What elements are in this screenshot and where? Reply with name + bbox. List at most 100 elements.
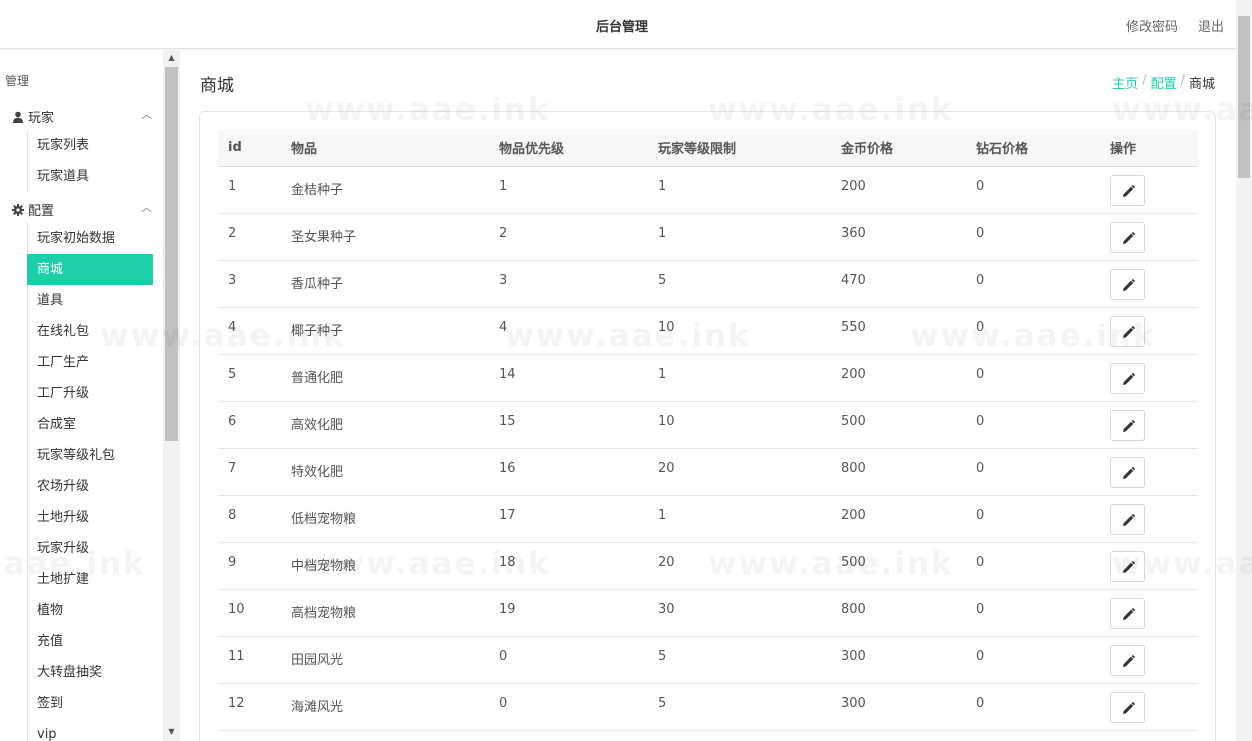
table-row: 3 香瓜种子 3 5 470 0 <box>218 260 1198 308</box>
edit-button[interactable] <box>1110 268 1145 300</box>
pencil-icon <box>1123 560 1135 573</box>
edit-button[interactable] <box>1110 315 1145 347</box>
sidebar-item-online-gift[interactable]: 在线礼包 <box>27 316 153 347</box>
sidebar-item-player-items[interactable]: 玩家道具 <box>27 161 153 192</box>
sidebar-item-factory-upgrade[interactable]: 工厂升级 <box>27 378 153 409</box>
sidebar-item-player-list[interactable]: 玩家列表 <box>27 130 153 161</box>
cell-gold-price: 800 <box>831 448 966 496</box>
edit-button[interactable] <box>1110 550 1145 582</box>
column-header-level-limit: 玩家等级限制 <box>648 130 831 167</box>
sidebar-item-farm-upgrade[interactable]: 农场升级 <box>27 471 153 502</box>
scroll-up-arrow-icon[interactable]: ▲ <box>165 52 178 64</box>
cell-diamond-price: 0 <box>966 307 1100 355</box>
pencil-icon <box>1123 184 1135 197</box>
pencil-icon <box>1123 419 1135 432</box>
cell-level-limit: 5 <box>648 260 831 308</box>
cell-id: 6 <box>218 401 281 449</box>
chevron-up-icon: ︿ <box>141 108 152 121</box>
sidebar-group-label: 配置 <box>28 204 55 219</box>
table-row: 5 普通化肥 14 1 200 0 <box>218 354 1198 402</box>
sidebar-group-config[interactable]: 配置 ︿ <box>12 200 157 219</box>
sidebar-item-lucky-wheel[interactable]: 大转盘抽奖 <box>27 657 153 688</box>
cell-gold-price: 200 <box>831 495 966 543</box>
cell-diamond-price: 0 <box>966 589 1100 637</box>
cell-item: 普通化肥 <box>281 354 489 402</box>
sidebar-item-recharge[interactable]: 充值 <box>27 626 153 657</box>
sidebar-item-checkin[interactable]: 签到 <box>27 688 153 719</box>
sidebar-item-plants[interactable]: 植物 <box>27 595 153 626</box>
cell-actions <box>1100 401 1198 449</box>
cell-priority: 3 <box>489 260 648 308</box>
cell-level-limit: 5 <box>648 636 831 684</box>
breadcrumb-config[interactable]: 配置 <box>1151 73 1177 92</box>
cell-actions <box>1100 354 1198 402</box>
cell-level-limit: 20 <box>648 448 831 496</box>
pencil-icon <box>1123 513 1135 526</box>
chevron-up-icon: ︿ <box>141 201 152 214</box>
cell-item: 圣女果种子 <box>281 213 489 261</box>
breadcrumb-current: 商城 <box>1188 77 1215 92</box>
column-header-priority: 物品优先级 <box>489 130 648 167</box>
sidebar-item-shop[interactable]: 商城 <box>27 254 153 285</box>
logout-link[interactable]: 退出 <box>1198 16 1224 35</box>
cell-level-limit: 1 <box>648 166 831 214</box>
cell-actions <box>1100 213 1198 261</box>
sidebar-item-player-upgrade[interactable]: 玩家升级 <box>27 533 153 564</box>
cell-diamond-price: 0 <box>966 683 1100 731</box>
pencil-icon <box>1123 607 1135 620</box>
breadcrumb-separator: / <box>1180 73 1185 88</box>
pencil-icon <box>1123 231 1135 244</box>
cell-gold-price: 800 <box>831 589 966 637</box>
change-password-link[interactable]: 修改密码 <box>1126 16 1178 35</box>
edit-button[interactable] <box>1110 456 1145 488</box>
sidebar-item-initial-data[interactable]: 玩家初始数据 <box>27 223 153 254</box>
sidebar-item-land-expansion[interactable]: 土地扩建 <box>27 564 153 595</box>
edit-button[interactable] <box>1110 644 1145 676</box>
edit-button[interactable] <box>1110 691 1145 723</box>
edit-button[interactable] <box>1110 174 1145 206</box>
cell-id: 2 <box>218 213 281 261</box>
edit-button[interactable] <box>1110 362 1145 394</box>
column-header-id: id <box>218 130 281 167</box>
cell-item: 香瓜种子 <box>281 260 489 308</box>
sidebar-item-vip[interactable]: vip <box>27 719 153 741</box>
cell-gold-price: 500 <box>831 401 966 449</box>
user-icon <box>12 111 24 123</box>
cell-id: 7 <box>218 448 281 496</box>
sidebar-item-synthesis-room[interactable]: 合成室 <box>27 409 153 440</box>
cell-priority: 19 <box>489 589 648 637</box>
sidebar-item-level-gift[interactable]: 玩家等级礼包 <box>27 440 153 471</box>
cell-item: 海滩风光 <box>281 683 489 731</box>
cell-actions <box>1100 636 1198 684</box>
page-title: 商城 <box>200 76 234 96</box>
breadcrumb-home[interactable]: 主页 <box>1112 73 1138 92</box>
cell-level-limit: 10 <box>648 307 831 355</box>
pencil-icon <box>1123 278 1135 291</box>
table-row: 6 高效化肥 15 10 500 0 <box>218 401 1198 449</box>
sidebar-item-props[interactable]: 道具 <box>27 285 153 316</box>
cell-level-limit: 10 <box>648 401 831 449</box>
cell-item: 田园风光 <box>281 636 489 684</box>
sidebar-item-factory-production[interactable]: 工厂生产 <box>27 347 153 378</box>
scroll-down-arrow-icon[interactable]: ▼ <box>165 726 178 738</box>
page-scrollbar-thumb[interactable] <box>1238 16 1250 178</box>
edit-button[interactable] <box>1110 597 1145 629</box>
table-row: 1 金桔种子 1 1 200 0 <box>218 166 1198 214</box>
cell-gold-price: 200 <box>831 166 966 214</box>
cell-level-limit: 1 <box>648 213 831 261</box>
pencil-icon <box>1123 466 1135 479</box>
sidebar-group-label: 玩家 <box>28 111 55 126</box>
breadcrumb: 主页 / 配置 / 商城 <box>1112 73 1215 92</box>
cell-diamond-price: 0 <box>966 354 1100 402</box>
edit-button[interactable] <box>1110 503 1145 535</box>
sidebar-scrollbar-thumb[interactable] <box>165 67 178 441</box>
cell-level-limit: 1 <box>648 495 831 543</box>
cell-diamond-price: 0 <box>966 542 1100 590</box>
sidebar-item-land-upgrade[interactable]: 土地升级 <box>27 502 153 533</box>
pencil-icon <box>1123 372 1135 385</box>
sidebar-group-player[interactable]: 玩家 ︿ <box>12 107 157 126</box>
edit-button[interactable] <box>1110 409 1145 441</box>
edit-button[interactable] <box>1110 221 1145 253</box>
cell-item: 金桔种子 <box>281 166 489 214</box>
cell-diamond-price: 0 <box>966 260 1100 308</box>
